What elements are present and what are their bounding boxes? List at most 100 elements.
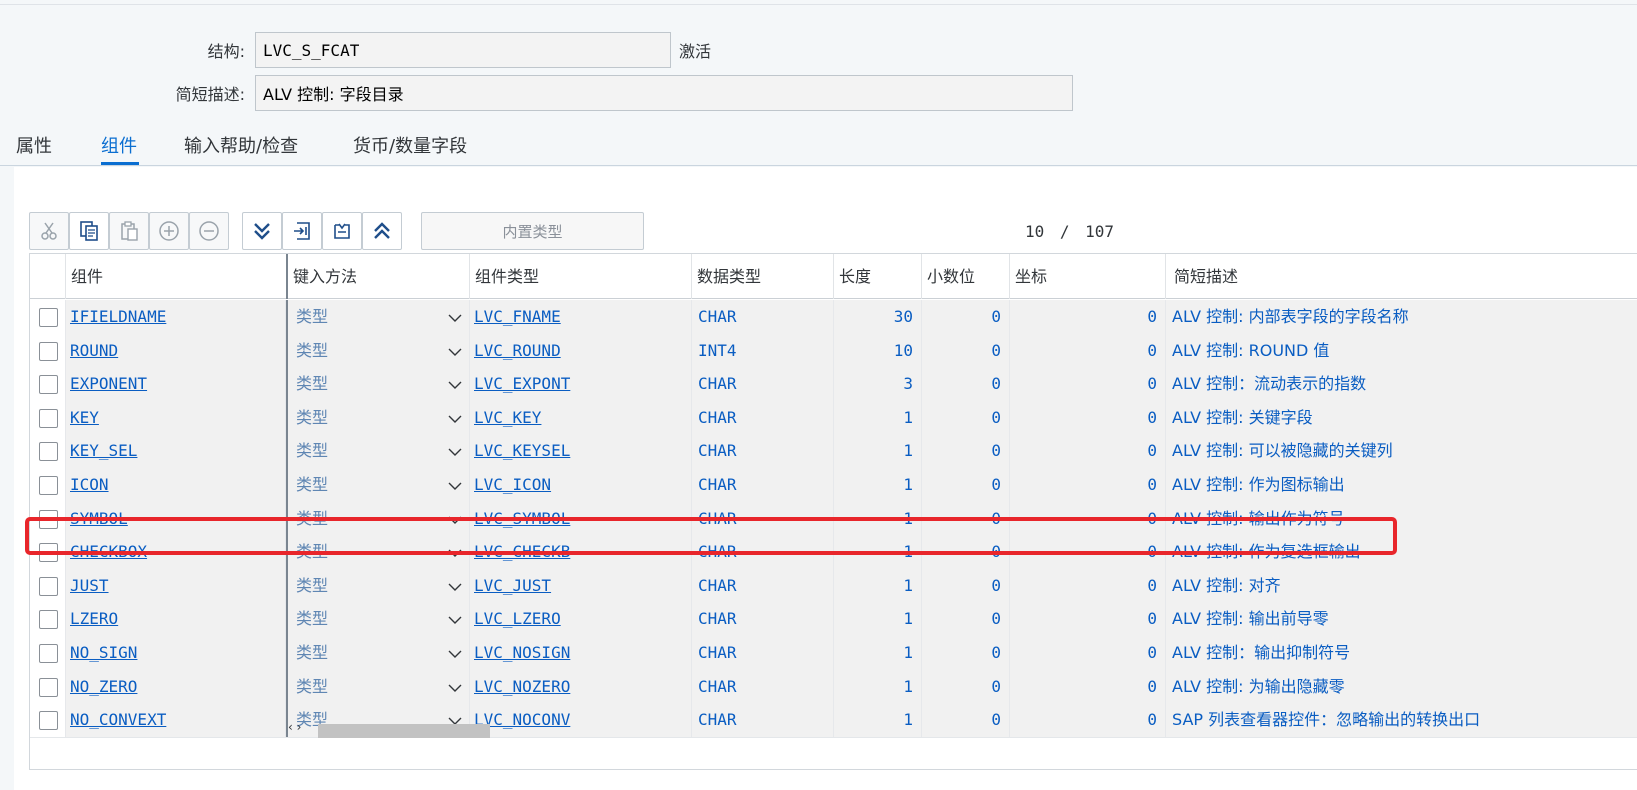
keyin-cell[interactable]: 类型 — [286, 568, 470, 603]
row-checkbox[interactable] — [39, 308, 58, 327]
keyin-dropdown[interactable] — [447, 502, 463, 536]
keyin-cell[interactable]: 类型 — [286, 636, 470, 670]
row-select-cell[interactable] — [30, 602, 66, 637]
add-row-button[interactable] — [149, 212, 189, 250]
component-cell[interactable]: EXPONENT — [66, 367, 286, 402]
row-select-cell[interactable] — [30, 568, 66, 603]
component-link[interactable]: EXPONENT — [66, 374, 147, 393]
component-type-cell[interactable]: LVC_KEYSEL — [470, 434, 692, 469]
component-cell[interactable]: KEY_SEL — [66, 434, 286, 469]
table-row[interactable]: EXPONENT 类型 LVC_EXPONT CHAR 3 0 0 ALV 控制：流动表示的指… — [30, 367, 1637, 403]
table-row[interactable]: IFIELDNAME 类型 LVC_FNAME CHAR 30 0 0 ALV 控制: 内部表… — [30, 300, 1637, 335]
table-row[interactable]: CHECKBOX 类型 LVC_CHECKB CHAR 1 0 0 ALV 控制: 作为复选框… — [30, 535, 1637, 571]
component-type-link[interactable]: LVC_EXPONT — [470, 374, 570, 393]
keyin-cell[interactable]: 类型 — [286, 367, 470, 402]
row-select-cell[interactable] — [30, 669, 66, 704]
component-link[interactable]: NO_ZERO — [66, 677, 137, 696]
scroll-arrows-icon[interactable]: ‹ › — [288, 720, 301, 734]
row-select-cell[interactable] — [30, 300, 66, 334]
component-type-link[interactable]: LVC_NOSIGN — [470, 643, 570, 662]
component-link[interactable]: LZERO — [66, 609, 118, 628]
row-checkbox[interactable] — [39, 375, 58, 395]
keyin-dropdown[interactable] — [447, 434, 463, 468]
description-field[interactable]: ALV 控制: 字段目录 — [255, 75, 1073, 111]
tab-attributes[interactable]: 属性 — [16, 132, 52, 158]
keyin-cell[interactable]: 类型 — [286, 501, 470, 536]
component-type-link[interactable]: LVC_SYMBOL — [470, 509, 570, 528]
component-type-link[interactable]: LVC_LZERO — [470, 609, 561, 628]
row-select-cell[interactable] — [30, 636, 66, 670]
table-row[interactable]: KEY_SEL 类型 LVC_KEYSEL CHAR 1 0 0 ALV 控制: 可以被隐藏的… — [30, 434, 1637, 470]
row-checkbox[interactable] — [39, 543, 58, 563]
component-cell[interactable]: ICON — [66, 468, 286, 502]
row-select-cell[interactable] — [30, 333, 66, 368]
component-type-cell[interactable]: LVC_JUST — [470, 568, 692, 603]
component-type-link[interactable]: LVC_KEYSEL — [470, 441, 570, 460]
keyin-cell[interactable]: 类型 — [286, 468, 470, 502]
collapse-all-button[interactable] — [362, 212, 402, 250]
component-type-link[interactable]: LVC_CHECKB — [470, 542, 570, 561]
row-select-cell[interactable] — [30, 535, 66, 570]
table-row[interactable]: JUST 类型 LVC_JUST CHAR 1 0 0 ALV 控制: 对齐 — [30, 568, 1637, 604]
keyin-dropdown[interactable] — [447, 367, 463, 401]
keyin-dropdown[interactable] — [447, 535, 463, 569]
component-type-cell[interactable]: LVC_SYMBOL — [470, 501, 692, 536]
component-type-cell[interactable]: LVC_KEY — [470, 400, 692, 435]
row-checkbox[interactable] — [39, 476, 58, 495]
component-type-link[interactable]: LVC_JUST — [470, 576, 551, 595]
col-header-data-type[interactable]: 数据类型 — [692, 254, 834, 299]
table-row[interactable]: ICON 类型 LVC_ICON CHAR 1 0 0 ALV 控制: 作为图标输出 — [30, 468, 1637, 503]
component-type-link[interactable]: LVC_NOZERO — [470, 677, 570, 696]
component-cell[interactable]: ROUND — [66, 333, 286, 368]
component-link[interactable]: KEY_SEL — [66, 441, 137, 460]
component-cell[interactable]: CHECKBOX — [66, 535, 286, 570]
keyin-dropdown[interactable] — [447, 300, 463, 334]
component-type-link[interactable]: LVC_KEY — [470, 408, 541, 427]
component-link[interactable]: NO_CONVEXT — [66, 710, 166, 729]
scroll-thumb[interactable] — [318, 724, 490, 738]
component-type-cell[interactable]: LVC_LZERO — [470, 602, 692, 637]
select-all-header[interactable] — [30, 254, 66, 299]
component-type-cell[interactable]: LVC_ROUND — [470, 333, 692, 368]
component-type-cell[interactable]: LVC_NOSIGN — [470, 636, 692, 670]
table-row[interactable]: SYMBOL 类型 LVC_SYMBOL CHAR 1 0 0 ALV 控制: 输出作为符号 — [30, 501, 1637, 537]
builtin-type-button[interactable]: 内置类型 — [421, 212, 644, 250]
col-header-decimals[interactable]: 小数位 — [922, 254, 1010, 299]
component-link[interactable]: KEY — [66, 408, 99, 427]
row-checkbox[interactable] — [39, 677, 58, 697]
keyin-cell[interactable]: 类型 — [286, 602, 470, 637]
col-header-keyin[interactable]: 键入方法 — [286, 254, 470, 299]
keyin-dropdown[interactable] — [447, 670, 463, 704]
row-checkbox[interactable] — [39, 711, 58, 731]
keyin-dropdown[interactable] — [447, 636, 463, 670]
component-type-link[interactable]: LVC_FNAME — [470, 307, 561, 326]
tab-components[interactable]: 组件 — [101, 132, 137, 158]
keyin-dropdown[interactable] — [447, 334, 463, 368]
component-link[interactable]: JUST — [66, 576, 109, 595]
col-header-length[interactable]: 长度 — [834, 254, 922, 299]
col-header-coordinate[interactable]: 坐标 — [1010, 254, 1166, 299]
component-cell[interactable]: NO_CONVEXT — [66, 703, 286, 738]
row-checkbox[interactable] — [39, 644, 58, 663]
horizontal-scrollbar[interactable]: ‹ › — [288, 720, 1608, 738]
paste-button[interactable] — [109, 212, 149, 250]
component-cell[interactable]: IFIELDNAME — [66, 300, 286, 334]
row-select-cell[interactable] — [30, 468, 66, 502]
keyin-dropdown[interactable] — [447, 401, 463, 435]
component-link[interactable]: CHECKBOX — [66, 542, 147, 561]
copy-button[interactable] — [69, 212, 109, 250]
cut-button[interactable] — [29, 212, 69, 250]
table-row[interactable]: KEY 类型 LVC_KEY CHAR 1 0 0 ALV 控制: 关键字段 — [30, 400, 1637, 436]
keyin-dropdown[interactable] — [447, 602, 463, 636]
row-select-cell[interactable] — [30, 501, 66, 536]
component-cell[interactable]: KEY — [66, 400, 286, 435]
tab-currency-fields[interactable]: 货币/数量字段 — [353, 132, 467, 158]
keyin-cell[interactable]: 类型 — [286, 535, 470, 570]
row-select-cell[interactable] — [30, 367, 66, 402]
insert-row-button[interactable] — [282, 212, 322, 250]
component-cell[interactable]: NO_ZERO — [66, 669, 286, 704]
row-select-cell[interactable] — [30, 434, 66, 469]
keyin-cell[interactable]: 类型 — [286, 333, 470, 368]
component-type-link[interactable]: LVC_ROUND — [470, 341, 561, 360]
component-link[interactable]: ROUND — [66, 341, 118, 360]
